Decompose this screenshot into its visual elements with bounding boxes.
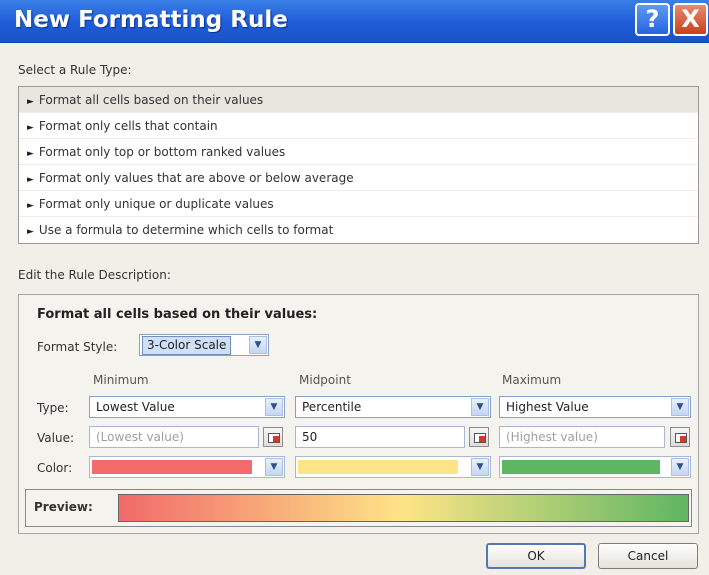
preview-label: Preview: xyxy=(34,500,93,514)
format-style-label: Format Style: xyxy=(37,340,118,354)
color-row-label: Color: xyxy=(37,461,73,475)
max-value-input[interactable]: (Highest value) xyxy=(499,426,665,448)
chevron-down-icon[interactable]: ▼ xyxy=(471,458,489,476)
chevron-down-icon[interactable]: ▼ xyxy=(671,458,689,476)
ok-button[interactable]: OK xyxy=(486,543,586,569)
triangle-right-icon: ► xyxy=(27,123,34,133)
value-row-label: Value: xyxy=(37,431,74,445)
min-type-dropdown[interactable]: Lowest Value ▼ xyxy=(89,396,285,418)
edit-description-label: Edit the Rule Description: xyxy=(18,268,171,282)
help-icon[interactable]: ? xyxy=(635,3,670,36)
triangle-right-icon: ► xyxy=(27,201,34,211)
type-row-label: Type: xyxy=(37,401,69,415)
min-value-input[interactable]: (Lowest value) xyxy=(89,426,259,448)
mid-range-picker-icon[interactable] xyxy=(469,427,489,447)
preview-box: Preview: xyxy=(25,489,692,527)
min-color-picker[interactable]: ▼ xyxy=(89,456,285,478)
mid-color-swatch xyxy=(298,460,458,474)
triangle-right-icon: ► xyxy=(27,175,34,185)
chevron-down-icon[interactable]: ▼ xyxy=(671,398,689,416)
chevron-down-icon[interactable]: ▼ xyxy=(265,398,283,416)
rule-type-item[interactable]: ► Format only cells that contain xyxy=(19,113,698,139)
title-bar[interactable]: New Formatting Rule ? X xyxy=(0,0,709,43)
column-header-midpoint: Midpoint xyxy=(299,373,351,387)
panel-heading: Format all cells based on their values: xyxy=(37,307,318,322)
chevron-down-icon[interactable]: ▼ xyxy=(471,398,489,416)
color-scale-preview xyxy=(118,494,689,522)
rule-type-item[interactable]: ► Format only values that are above or be… xyxy=(19,165,698,191)
triangle-right-icon: ► xyxy=(27,149,34,159)
rule-type-label: Select a Rule Type: xyxy=(18,63,132,77)
rule-type-item[interactable]: ► Format all cells based on their values xyxy=(19,87,698,113)
rule-type-item[interactable]: ► Format only top or bottom ranked values xyxy=(19,139,698,165)
rule-description-panel: Format all cells based on their values: … xyxy=(18,294,699,534)
close-icon[interactable]: X xyxy=(673,3,708,36)
cancel-button[interactable]: Cancel xyxy=(598,543,698,569)
max-color-picker[interactable]: ▼ xyxy=(499,456,691,478)
triangle-right-icon: ► xyxy=(27,227,34,237)
dialog-title: New Formatting Rule xyxy=(14,7,288,33)
mid-color-picker[interactable]: ▼ xyxy=(295,456,491,478)
format-style-dropdown[interactable]: 3-Color Scale ▼ xyxy=(139,334,269,356)
chevron-down-icon[interactable]: ▼ xyxy=(265,458,283,476)
min-range-picker-icon[interactable] xyxy=(263,427,283,447)
min-color-swatch xyxy=(92,460,252,474)
max-color-swatch xyxy=(502,460,660,474)
rule-type-item[interactable]: ► Use a formula to determine which cells … xyxy=(19,217,698,243)
max-type-dropdown[interactable]: Highest Value ▼ xyxy=(499,396,691,418)
max-range-picker-icon[interactable] xyxy=(670,427,690,447)
column-header-minimum: Minimum xyxy=(93,373,149,387)
mid-type-dropdown[interactable]: Percentile ▼ xyxy=(295,396,491,418)
format-style-value: 3-Color Scale xyxy=(142,336,232,355)
mid-value-input[interactable]: 50 xyxy=(295,426,465,448)
triangle-right-icon: ► xyxy=(27,97,34,107)
rule-type-item[interactable]: ► Format only unique or duplicate values xyxy=(19,191,698,217)
new-formatting-rule-dialog: New Formatting Rule ? X Select a Rule Ty… xyxy=(0,0,709,575)
column-header-maximum: Maximum xyxy=(502,373,562,387)
rule-type-list: ► Format all cells based on their values … xyxy=(18,86,699,244)
chevron-down-icon[interactable]: ▼ xyxy=(249,336,267,354)
